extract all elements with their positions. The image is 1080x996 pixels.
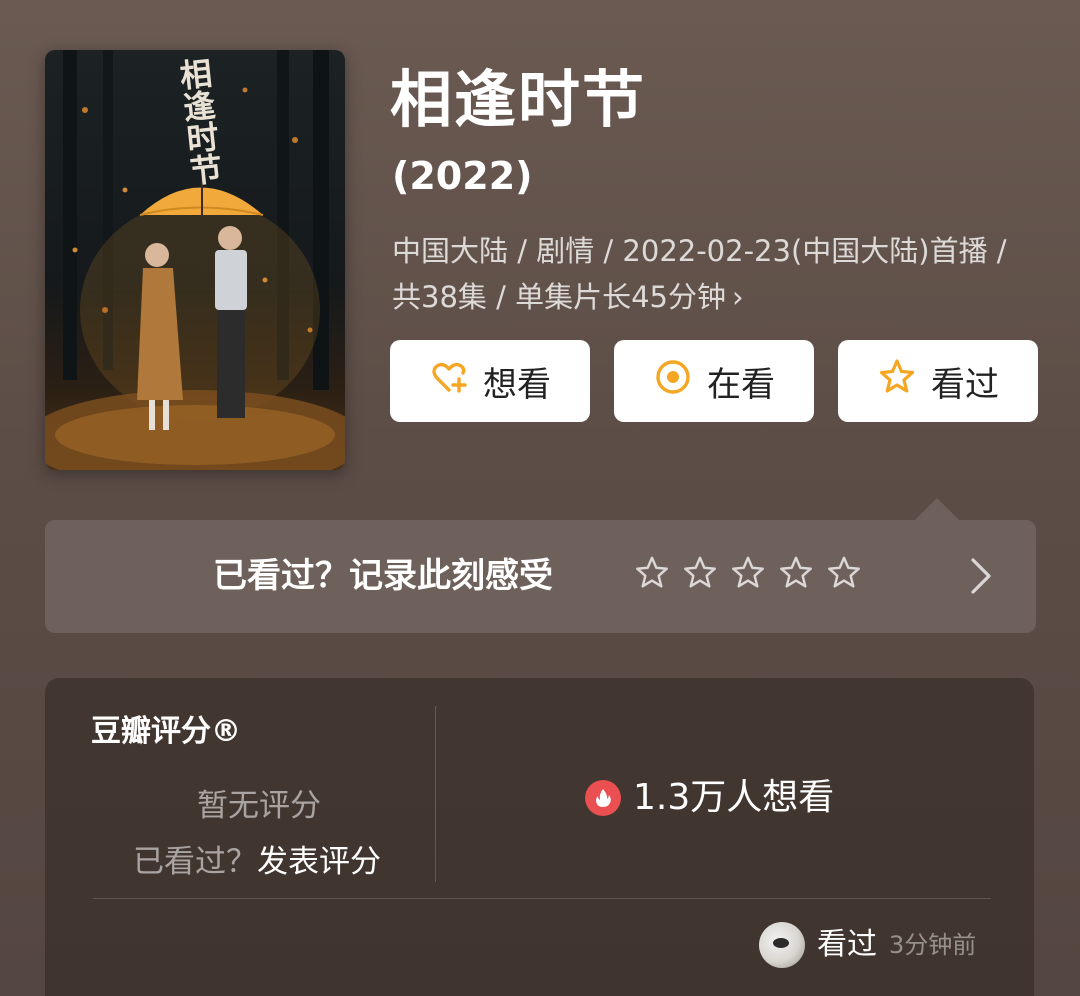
action-buttons: 想看 在看 看过 bbox=[390, 340, 1038, 422]
meta-text: 中国大陆 / 剧情 / 2022-02-23(中国大陆)首播 / 共38集 / … bbox=[392, 234, 1007, 314]
target-circle-icon bbox=[653, 357, 693, 406]
divider bbox=[93, 898, 991, 899]
star-icon[interactable] bbox=[777, 554, 815, 592]
star-icon[interactable] bbox=[633, 554, 671, 592]
fire-icon bbox=[585, 780, 621, 816]
show-meta[interactable]: 中国大陆 / 剧情 / 2022-02-23(中国大陆)首播 / 共38集 / … bbox=[392, 228, 1042, 320]
rate-prompt-text: 已看过？记录此刻感受 bbox=[213, 556, 553, 596]
seen-rate-line: 已看过？发表评分 bbox=[133, 842, 381, 882]
divider bbox=[435, 706, 436, 882]
douban-rating-label: 豆瓣评分® bbox=[91, 714, 241, 749]
no-score-text: 暂无评分 bbox=[197, 788, 321, 824]
star-icon[interactable] bbox=[729, 554, 767, 592]
page-title: 相逢时节 bbox=[390, 63, 647, 136]
star-icon[interactable] bbox=[825, 554, 863, 592]
watched-label: 看过 bbox=[931, 364, 999, 405]
star-rating-input[interactable] bbox=[633, 554, 863, 592]
rate-prompt-bar[interactable]: 已看过？记录此刻感受 bbox=[45, 520, 1036, 633]
watching-button[interactable]: 在看 bbox=[614, 340, 814, 422]
seen-prefix: 已看过？ bbox=[133, 844, 257, 880]
rate-prompt-section: 已看过？记录此刻感受 bbox=[45, 498, 1036, 634]
avatar[interactable] bbox=[759, 922, 805, 968]
post-rating-link[interactable]: 发表评分 bbox=[257, 844, 381, 880]
rating-card: 豆瓣评分® 暂无评分 已看过？发表评分 1.3万人想看 看过 3分钟前 bbox=[45, 678, 1034, 996]
chevron-right-icon[interactable] bbox=[967, 554, 995, 598]
activity-time: 3分钟前 bbox=[889, 931, 977, 959]
want-count-text: 1.3万人想看 bbox=[633, 777, 835, 818]
want-to-watch-label: 想看 bbox=[483, 364, 551, 405]
watched-button[interactable]: 看过 bbox=[838, 340, 1038, 422]
release-year: (2022) bbox=[392, 154, 533, 198]
poster-image[interactable]: 相逢时节 bbox=[45, 50, 345, 470]
friend-activity[interactable]: 看过 3分钟前 bbox=[759, 922, 976, 968]
want-count[interactable]: 1.3万人想看 bbox=[585, 776, 834, 820]
star-outline-icon bbox=[877, 357, 917, 406]
watching-label: 在看 bbox=[707, 364, 775, 405]
chevron-right-icon: › bbox=[732, 280, 744, 314]
activity-label: 看过 bbox=[817, 927, 877, 962]
heart-plus-icon bbox=[429, 357, 469, 406]
star-icon[interactable] bbox=[681, 554, 719, 592]
prompt-pointer bbox=[915, 498, 959, 520]
want-to-watch-button[interactable]: 想看 bbox=[390, 340, 590, 422]
